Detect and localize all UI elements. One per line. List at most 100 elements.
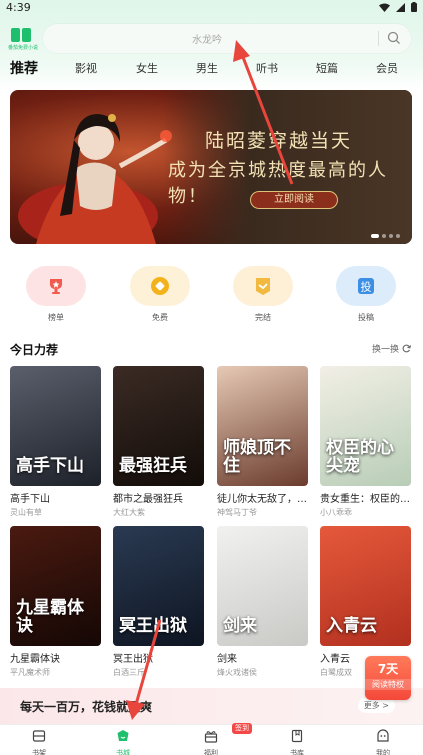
- book-card[interactable]: 九星霸体诀 九星霸体诀 平凡魔术师: [10, 526, 101, 678]
- gift-icon: [204, 731, 218, 743]
- read-now-button[interactable]: 立即阅读: [250, 191, 338, 209]
- nav-label: 书库: [290, 749, 304, 755]
- book-cover[interactable]: 高手下山: [10, 366, 101, 486]
- tab-male[interactable]: 男生: [196, 60, 218, 76]
- book-cover[interactable]: 师娘顶不住: [217, 366, 308, 486]
- bookstore-icon: [117, 730, 129, 741]
- book-author: 灵山有草: [10, 508, 42, 517]
- book-logo-icon: [11, 28, 31, 42]
- cover-title: 剑来: [223, 616, 257, 637]
- tab-short[interactable]: 短篇: [316, 60, 338, 76]
- cover-title: 高手下山: [16, 456, 84, 477]
- book-cover[interactable]: 剑来: [217, 526, 308, 646]
- nav-label: 我的: [376, 749, 390, 755]
- quick-link-free[interactable]: 免费: [130, 266, 190, 323]
- section-title: 今日力荐: [10, 343, 59, 357]
- library-icon: [291, 729, 303, 743]
- refresh-label: 换一换: [371, 345, 399, 355]
- tab-film[interactable]: 影视: [75, 60, 97, 76]
- book-author: 白酒三斤: [113, 668, 145, 677]
- cover-title: 权臣的心尖宠: [326, 438, 394, 477]
- cover-title: 师娘顶不住: [223, 438, 291, 477]
- promo-banner[interactable]: 陆昭菱穿越当天 成为全京城热度最高的人物！ 立即阅读: [10, 90, 412, 244]
- nav-label: 书城: [116, 749, 130, 755]
- book-card[interactable]: 剑来 剑来 烽火戏诸侯: [217, 526, 308, 678]
- reading-privilege-badge[interactable]: 7天 阅读特权: [365, 656, 411, 700]
- nav-label: 书架: [32, 749, 46, 755]
- book-author: 平凡魔术师: [10, 668, 50, 677]
- book-card[interactable]: 高手下山 高手下山 灵山有草: [10, 366, 101, 518]
- promo-strip[interactable]: 每天一百万，花钱就是爽 更多 >: [0, 688, 423, 724]
- quick-link-rankings[interactable]: 榜单: [26, 266, 86, 323]
- tab-recommend[interactable]: 推荐: [10, 58, 38, 78]
- battery-icon: [411, 2, 417, 15]
- book-title[interactable]: 九星霸体诀: [10, 650, 101, 665]
- search-divider: [378, 31, 379, 46]
- nav-welfare[interactable]: 福利: [186, 728, 236, 755]
- book-cover[interactable]: 冥王出狱: [113, 526, 204, 646]
- search-icon[interactable]: [387, 31, 401, 45]
- book-cover[interactable]: 入青云: [320, 526, 411, 646]
- book-title[interactable]: 徒儿你太无敌了，求...: [217, 490, 308, 505]
- search-bar[interactable]: 水龙吟: [43, 24, 411, 53]
- book-author: 神驾马丁爷: [217, 508, 257, 517]
- quick-link-completed[interactable]: 完结: [233, 266, 293, 323]
- book-card[interactable]: 冥王出狱 冥王出狱 白酒三斤: [113, 526, 204, 678]
- quick-link-label: 完结: [255, 313, 271, 322]
- status-time: 4:39: [6, 1, 31, 14]
- quick-link-label: 榜单: [48, 313, 64, 322]
- book-cover[interactable]: 九星霸体诀: [10, 526, 101, 646]
- book-title[interactable]: 高手下山: [10, 490, 101, 505]
- book-author: 小八乖乖: [320, 508, 352, 517]
- banner-headline-1: 陆昭菱穿越当天: [205, 130, 353, 152]
- tab-female[interactable]: 女生: [136, 60, 158, 76]
- book-card[interactable]: 权臣的心尖宠贵女重生：权臣的心... 小八乖乖: [320, 366, 411, 518]
- quick-link-label: 免费: [152, 313, 168, 322]
- bottom-nav: 书架 书城 福利 书库 我的: [0, 724, 423, 755]
- svg-text:投: 投: [361, 280, 372, 294]
- promo-more-button[interactable]: 更多 >: [357, 698, 395, 713]
- book-cover[interactable]: 权臣的心尖宠: [320, 366, 411, 486]
- signal-icon: [396, 2, 405, 15]
- tab-audiobook[interactable]: 听书: [256, 60, 278, 76]
- cover-title: 九星霸体诀: [16, 598, 84, 637]
- trophy-icon: [50, 279, 62, 294]
- profile-icon: [377, 729, 389, 742]
- cover-title: 入青云: [326, 616, 377, 637]
- logo-text: 番茄免费小说: [8, 45, 39, 51]
- book-card[interactable]: 师娘顶不住徒儿你太无敌了，求... 神驾马丁爷: [217, 366, 308, 518]
- bookshelf-icon: [32, 730, 46, 742]
- book-author: 大红大紫: [113, 508, 145, 517]
- nav-bookshelf[interactable]: 书架: [14, 728, 64, 755]
- book-title[interactable]: 贵女重生：权臣的心...: [320, 490, 411, 505]
- nav-library[interactable]: 书库: [272, 728, 322, 755]
- quick-link-label: 投稿: [358, 313, 374, 322]
- book-title[interactable]: 剑来: [217, 650, 308, 665]
- check-badge-icon: [256, 278, 270, 295]
- book-author: 烽火戏诸侯: [217, 668, 257, 677]
- cover-title: 冥王出狱: [119, 616, 187, 637]
- refresh-button[interactable]: 换一换: [372, 342, 411, 355]
- book-title[interactable]: 都市之最强狂兵: [113, 490, 204, 505]
- promo-text: 每天一百万，花钱就是爽: [20, 700, 153, 714]
- banner-pagination: [371, 234, 400, 238]
- banner-character-illustration: [18, 114, 172, 244]
- quick-link-submit[interactable]: 投 投稿: [336, 266, 396, 323]
- badge-days: 7天: [377, 662, 399, 676]
- submit-icon: 投: [358, 278, 374, 294]
- book-cover[interactable]: 最强狂兵: [113, 366, 204, 486]
- nav-bookstore[interactable]: 书城: [98, 728, 148, 755]
- nav-profile[interactable]: 我的: [358, 728, 408, 755]
- cover-title: 最强狂兵: [119, 456, 187, 477]
- wifi-icon: [379, 2, 390, 15]
- badge-label: 阅读特权: [365, 679, 411, 690]
- book-title[interactable]: 冥王出狱: [113, 650, 204, 665]
- coin-icon: [151, 277, 169, 295]
- app-logo[interactable]: 番茄免费小说: [8, 28, 39, 56]
- search-placeholder: 水龙吟: [192, 35, 222, 46]
- status-bar: 4:39: [0, 0, 423, 16]
- category-tabs: 推荐 影视 女生 男生 听书 短篇 会员: [0, 58, 423, 80]
- tab-vip[interactable]: 会员: [376, 60, 398, 76]
- checkin-badge: 签到: [232, 723, 252, 734]
- book-card[interactable]: 最强狂兵都市之最强狂兵大红大紫: [113, 366, 204, 518]
